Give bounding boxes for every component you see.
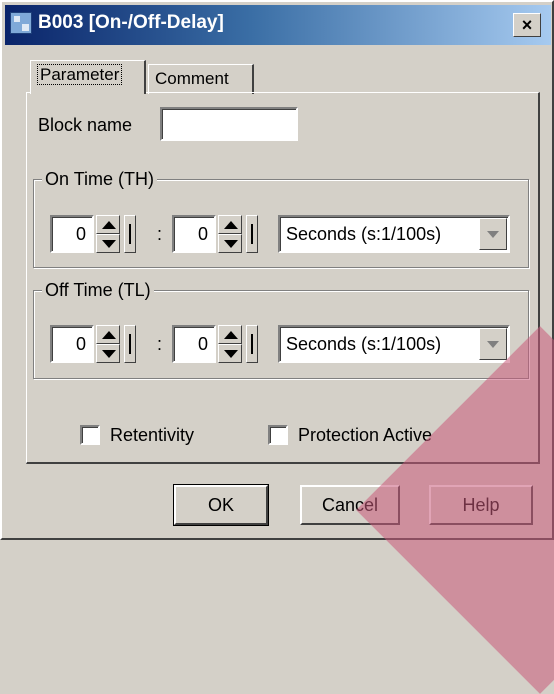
spin-up-button[interactable] bbox=[218, 215, 242, 234]
close-button[interactable]: × bbox=[513, 13, 541, 37]
retentivity-checkbox[interactable] bbox=[80, 425, 100, 445]
off-time-separator: : bbox=[157, 334, 163, 354]
spin-up-button[interactable] bbox=[218, 325, 242, 344]
arrow-down-icon bbox=[224, 240, 238, 248]
spin-up-button[interactable] bbox=[96, 325, 120, 344]
spin-down-button[interactable] bbox=[96, 344, 120, 363]
help-button[interactable]: Help bbox=[429, 485, 533, 525]
off-time-value1-spinner[interactable] bbox=[96, 325, 120, 363]
arrow-up-icon bbox=[224, 221, 238, 229]
retentivity-label: Retentivity bbox=[110, 425, 195, 445]
spin-up-button[interactable] bbox=[96, 215, 120, 234]
on-time-value1-jump-button[interactable] bbox=[124, 215, 136, 253]
on-time-value1-input[interactable]: 0 bbox=[50, 215, 94, 253]
off-time-legend: Off Time (TL) bbox=[42, 279, 154, 301]
parameter-panel bbox=[26, 92, 540, 464]
arrow-up-icon bbox=[224, 331, 238, 339]
off-time-value1-input[interactable]: 0 bbox=[50, 325, 94, 363]
on-time-value2-jump-button[interactable] bbox=[246, 215, 258, 253]
off-time-value1-jump-button[interactable] bbox=[124, 325, 136, 363]
tab-parameter[interactable]: Parameter bbox=[30, 60, 146, 94]
off-time-value2-spinner[interactable] bbox=[218, 325, 242, 363]
protection-active-label: Protection Active bbox=[298, 425, 433, 445]
dropdown-arrow-icon[interactable] bbox=[479, 328, 507, 360]
dropdown-arrow-icon[interactable] bbox=[479, 218, 507, 250]
window-title: B003 [On-/Off-Delay] bbox=[38, 12, 224, 33]
tab-comment[interactable]: Comment bbox=[148, 64, 254, 94]
dialog-window: B003 [On-/Off-Delay] × Parameter Comment… bbox=[0, 0, 554, 540]
arrow-up-icon bbox=[102, 221, 116, 229]
arrow-down-icon bbox=[102, 240, 116, 248]
on-time-legend: On Time (TH) bbox=[42, 168, 158, 190]
arrow-down-icon bbox=[102, 350, 116, 358]
on-time-unit-value: Seconds (s:1/100s) bbox=[286, 224, 442, 244]
tab-parameter-label: Parameter bbox=[37, 64, 123, 85]
off-time-unit-value: Seconds (s:1/100s) bbox=[286, 334, 442, 354]
protection-active-checkbox[interactable] bbox=[268, 425, 288, 445]
spin-down-button[interactable] bbox=[218, 234, 242, 253]
block-name-input[interactable] bbox=[160, 107, 298, 141]
on-time-value2-input[interactable]: 0 bbox=[172, 215, 216, 253]
block-name-label: Block name bbox=[38, 115, 133, 135]
spin-down-button[interactable] bbox=[96, 234, 120, 253]
off-time-unit-select[interactable]: Seconds (s:1/100s) bbox=[278, 325, 510, 363]
off-time-value2-input[interactable]: 0 bbox=[172, 325, 216, 363]
on-time-value2-spinner[interactable] bbox=[218, 215, 242, 253]
tab-comment-label: Comment bbox=[155, 69, 229, 88]
off-time-value2-jump-button[interactable] bbox=[246, 325, 258, 363]
cancel-button[interactable]: Cancel bbox=[300, 485, 400, 525]
arrow-up-icon bbox=[102, 331, 116, 339]
app-icon bbox=[10, 12, 32, 34]
spin-down-button[interactable] bbox=[218, 344, 242, 363]
on-time-separator: : bbox=[157, 224, 163, 244]
arrow-down-icon bbox=[224, 350, 238, 358]
ok-button[interactable]: OK bbox=[173, 484, 269, 526]
on-time-value1-spinner[interactable] bbox=[96, 215, 120, 253]
on-time-unit-select[interactable]: Seconds (s:1/100s) bbox=[278, 215, 510, 253]
